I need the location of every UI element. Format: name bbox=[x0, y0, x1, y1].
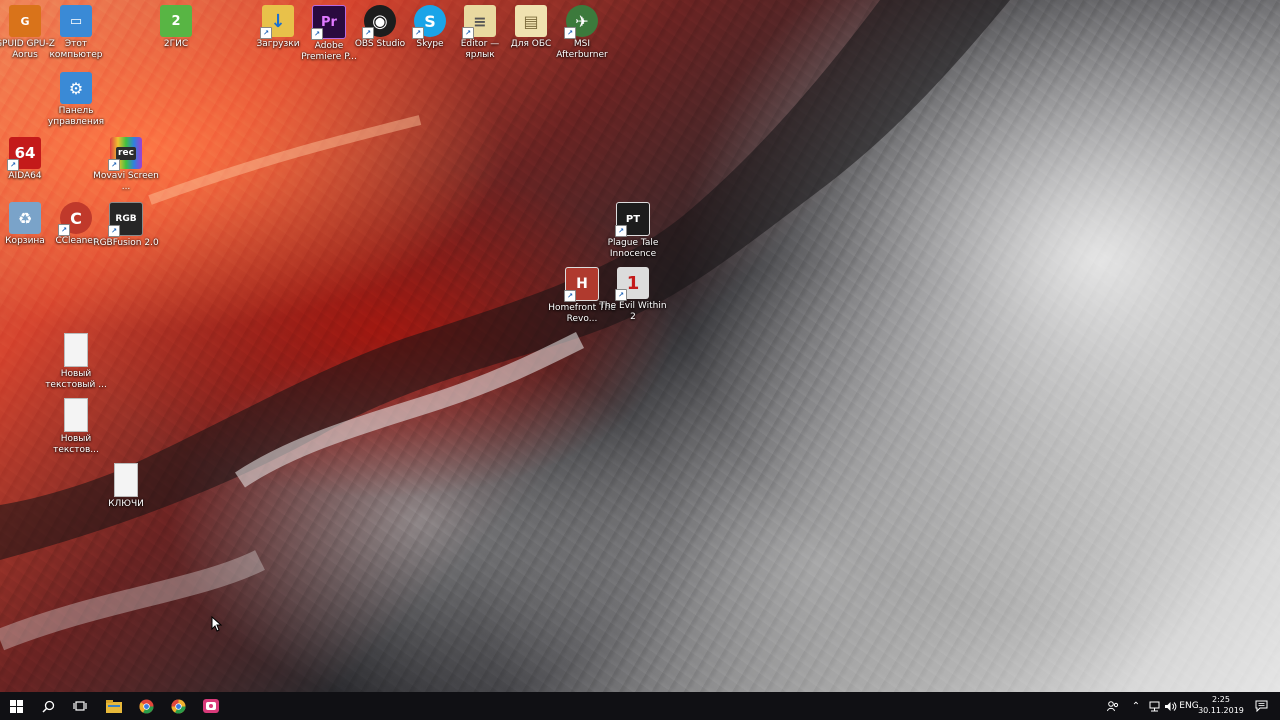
folder-icon bbox=[106, 699, 122, 713]
shortcut-arrow-icon: ↗ bbox=[260, 27, 272, 39]
task-view-button[interactable] bbox=[64, 692, 96, 720]
network-icon bbox=[1149, 701, 1159, 711]
movavi-icon bbox=[203, 699, 219, 713]
shortcut-arrow-icon: ↗ bbox=[108, 225, 120, 237]
chevron-up-icon: ⌃ bbox=[1131, 700, 1141, 712]
shortcut-arrow-icon: ↗ bbox=[108, 159, 120, 171]
desktop-icon-label: Plague Tale Innocence bbox=[607, 238, 659, 259]
gpuid-icon: G bbox=[9, 5, 41, 37]
computer-icon: ▭ bbox=[60, 5, 92, 37]
start-icon bbox=[9, 699, 23, 713]
evil-within-icon: 1 ↗ bbox=[615, 267, 649, 301]
desktop-icon-aida64[interactable]: 64 ↗ AIDA64 bbox=[0, 137, 60, 182]
ccleaner-icon: C ↗ bbox=[58, 202, 92, 236]
desktop-icon-label: Movavi Screen ... bbox=[93, 171, 159, 192]
desktop-icon-label: MSI Afterburner bbox=[556, 39, 608, 60]
desktop-icon-label: 2ГИС bbox=[163, 39, 189, 49]
shortcut-arrow-icon: ↗ bbox=[7, 159, 19, 171]
desktop-icon-evil-within[interactable]: 1 ↗ The Evil Within 2 bbox=[598, 267, 668, 323]
desktop-icon-plague-tale[interactable]: PT ↗ Plague Tale Innocence bbox=[598, 202, 668, 260]
text-document-icon bbox=[64, 333, 88, 367]
speaker-icon bbox=[1164, 701, 1176, 711]
recycle-bin-icon: ♻ bbox=[9, 202, 41, 234]
shortcut-arrow-icon: ↗ bbox=[564, 290, 576, 302]
desktop-wallpaper: G GPUID GPU-Z Aorus ▭ Этот компьютер 2 2… bbox=[0, 0, 1280, 692]
desktop-icon-label: Панель управления bbox=[47, 106, 105, 127]
desktop-icon-keys-file[interactable]: КЛЮЧИ bbox=[91, 463, 161, 510]
task-view-icon bbox=[73, 701, 87, 711]
premiere-icon: Pr ↗ bbox=[311, 5, 346, 40]
mouse-cursor-icon bbox=[211, 616, 223, 632]
file-explorer-taskbar-button[interactable] bbox=[98, 692, 130, 720]
chrome-taskbar-button-1[interactable] bbox=[130, 692, 162, 720]
clock-time: 2:25 bbox=[1212, 695, 1230, 704]
network-button[interactable] bbox=[1146, 692, 1162, 720]
text-document-icon bbox=[114, 463, 138, 497]
shortcut-arrow-icon: ↗ bbox=[615, 225, 627, 237]
shortcut-arrow-icon: ↗ bbox=[564, 27, 576, 39]
desktop-icon-movavi[interactable]: rec ↗ Movavi Screen ... bbox=[91, 137, 161, 193]
people-button[interactable] bbox=[1105, 692, 1121, 720]
movavi-icon: rec ↗ bbox=[108, 137, 142, 171]
desktop-icon-label: Новый текстовый ... bbox=[45, 369, 107, 390]
movavi-taskbar-button[interactable] bbox=[195, 692, 227, 720]
desktop-icon-label: AIDA64 bbox=[8, 171, 42, 181]
aida64-icon: 64 ↗ bbox=[7, 137, 41, 171]
shortcut-arrow-icon: ↗ bbox=[615, 289, 627, 301]
notification-center-button[interactable] bbox=[1252, 692, 1270, 720]
plague-tale-icon: PT ↗ bbox=[615, 202, 650, 237]
shortcut-arrow-icon: ↗ bbox=[412, 27, 424, 39]
obs-icon: ◉ ↗ bbox=[362, 5, 396, 39]
chrome-taskbar-button-2[interactable] bbox=[162, 692, 194, 720]
people-icon bbox=[1107, 701, 1119, 712]
desktop-icon-msi-afterburner[interactable]: ✈ ↗ MSI Afterburner bbox=[547, 5, 617, 61]
desktop-icon-this-pc[interactable]: ▭ Этот компьютер bbox=[41, 5, 111, 61]
taskbar: ⌃ ENG 2:25 30.11.2019 bbox=[0, 692, 1280, 720]
shortcut-arrow-icon: ↗ bbox=[362, 27, 374, 39]
2gis-icon: 2 bbox=[160, 5, 192, 37]
clock-date: 30.11.2019 bbox=[1198, 706, 1244, 715]
shortcut-arrow-icon: ↗ bbox=[58, 224, 70, 236]
clock[interactable]: 2:25 30.11.2019 bbox=[1192, 694, 1250, 718]
search-icon bbox=[41, 700, 54, 713]
shortcut-arrow-icon: ↗ bbox=[462, 27, 474, 39]
desktop-icon-label: The Evil Within 2 bbox=[599, 301, 667, 322]
afterburner-icon: ✈ ↗ bbox=[564, 5, 598, 39]
notification-icon bbox=[1255, 700, 1267, 712]
desktop-icon-label: RGBFusion 2.0 bbox=[93, 238, 159, 248]
homefront-icon: H ↗ bbox=[564, 267, 599, 302]
desktop-icon-text-file-2[interactable]: Новый текстов... bbox=[41, 398, 111, 456]
desktop-icon-text-file-1[interactable]: Новый текстовый ... bbox=[41, 333, 111, 391]
desktop-icon-label: Этот компьютер bbox=[49, 39, 103, 60]
file-icon: ▤ bbox=[515, 5, 547, 37]
desktop-icon-control-panel[interactable]: ⚙ Панель управления bbox=[41, 72, 111, 128]
wallpaper-texture bbox=[0, 0, 1280, 692]
skype-icon: S ↗ bbox=[412, 5, 446, 39]
text-document-icon bbox=[64, 398, 88, 432]
desktop-icon-2gis[interactable]: 2 2ГИС bbox=[141, 5, 211, 50]
volume-button[interactable] bbox=[1162, 692, 1178, 720]
shortcut-arrow-icon: ↗ bbox=[311, 28, 323, 40]
chrome-icon bbox=[170, 698, 186, 714]
desktop-icon-label: Новый текстов... bbox=[53, 434, 99, 455]
show-hidden-icons-button[interactable]: ⌃ bbox=[1128, 692, 1144, 720]
chrome-icon bbox=[138, 698, 154, 714]
search-button[interactable] bbox=[32, 692, 64, 720]
desktop-icon-rgbfusion[interactable]: RGB ↗ RGBFusion 2.0 bbox=[91, 202, 161, 249]
notepad-icon: ≡ ↗ bbox=[462, 5, 496, 39]
downloads-icon: ↓ ↗ bbox=[260, 5, 294, 39]
control-panel-icon: ⚙ bbox=[60, 72, 92, 104]
desktop-icon-label: КЛЮЧИ bbox=[108, 499, 144, 509]
rgbfusion-icon: RGB ↗ bbox=[108, 202, 143, 237]
start-button[interactable] bbox=[0, 692, 32, 720]
